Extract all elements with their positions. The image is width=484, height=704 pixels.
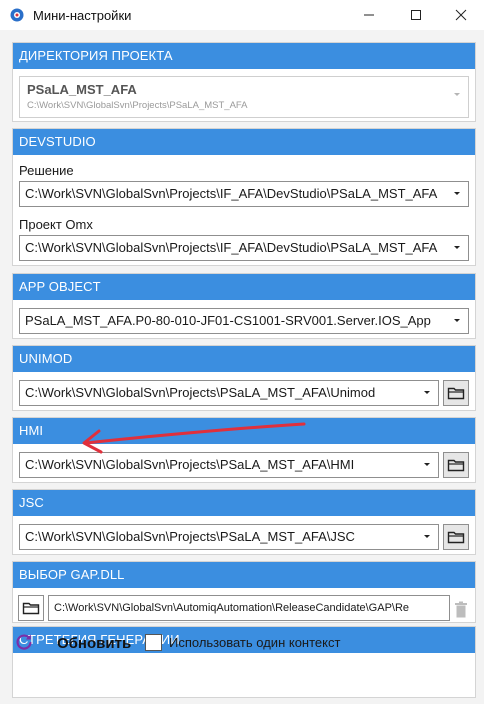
hmi-browse-button[interactable] <box>443 452 469 478</box>
jsc-value: C:\Work\SVN\GlobalSvn\Projects\PSaLA_MST… <box>25 529 355 544</box>
app-object-value: PSaLA_MST_AFA.P0-80-010-JF01-CS1001-SRV0… <box>25 313 431 328</box>
section-hmi: HMI C:\Work\SVN\GlobalSvn\Projects\PSaLA… <box>12 417 476 483</box>
unimod-value: C:\Work\SVN\GlobalSvn\Projects\PSaLA_MST… <box>25 385 376 400</box>
section-project-dir: ДИРЕКТОРИЯ ПРОЕКТА PSaLA_MST_AFA C:\Work… <box>12 42 476 122</box>
omx-project-label: Проект Omx <box>19 217 93 232</box>
trash-icon <box>455 601 467 618</box>
section-header: JSC <box>13 490 475 516</box>
gap-browse-button[interactable] <box>18 595 44 621</box>
folder-icon <box>447 459 465 472</box>
section-gap-dll: ВЫБОР GAP.DLL C:\Work\SVN\GlobalSvn\Auto… <box>12 561 476 623</box>
unimod-browse-button[interactable] <box>443 380 469 406</box>
single-context-checkbox[interactable] <box>145 634 162 651</box>
gap-dll-path-field[interactable]: C:\Work\SVN\GlobalSvn\AutomiqAutomation\… <box>48 595 450 621</box>
folder-icon <box>447 531 465 544</box>
chevron-down-icon <box>446 236 468 260</box>
section-devstudio: DEVSTUDIO Решение C:\Work\SVN\GlobalSvn\… <box>12 128 476 266</box>
app-gear-icon <box>10 8 24 22</box>
close-button[interactable] <box>438 0 484 30</box>
single-context-label: Использовать один контекст <box>169 635 341 650</box>
solution-combo[interactable]: C:\Work\SVN\GlobalSvn\Projects\IF_AFA\De… <box>19 181 469 207</box>
maximize-icon <box>411 10 421 20</box>
jsc-combo[interactable]: C:\Work\SVN\GlobalSvn\Projects\PSaLA_MST… <box>19 524 439 550</box>
solution-value: C:\Work\SVN\GlobalSvn\Projects\IF_AFA\De… <box>25 186 438 201</box>
app-object-combo[interactable]: PSaLA_MST_AFA.P0-80-010-JF01-CS1001-SRV0… <box>19 308 469 334</box>
unimod-combo[interactable]: C:\Work\SVN\GlobalSvn\Projects\PSaLA_MST… <box>19 380 439 406</box>
chevron-down-icon <box>416 381 438 405</box>
gap-delete-button[interactable] <box>451 599 471 621</box>
project-path: C:\Work\SVN\GlobalSvn\Projects\PSaLA_MST… <box>27 100 248 111</box>
project-dir-combo[interactable]: PSaLA_MST_AFA C:\Work\SVN\GlobalSvn\Proj… <box>19 76 469 118</box>
title-bar[interactable]: Мини-настройки <box>0 0 484 30</box>
hmi-value: C:\Work\SVN\GlobalSvn\Projects\PSaLA_MST… <box>25 457 355 472</box>
section-header: APP OBJECT <box>13 274 475 300</box>
section-header: DEVSTUDIO <box>13 129 475 155</box>
folder-icon <box>22 602 40 615</box>
chevron-down-icon <box>446 182 468 206</box>
refresh-icon <box>16 634 32 650</box>
chevron-down-icon <box>416 453 438 477</box>
section-jsc: JSC C:\Work\SVN\GlobalSvn\Projects\PSaLA… <box>12 489 476 555</box>
chevron-down-icon <box>416 525 438 549</box>
minimize-button[interactable] <box>346 0 392 30</box>
close-icon <box>455 9 467 21</box>
maximize-button[interactable] <box>393 0 439 30</box>
section-unimod: UNIMOD C:\Work\SVN\GlobalSvn\Projects\PS… <box>12 345 476 411</box>
minimize-icon <box>364 14 374 16</box>
hmi-combo[interactable]: C:\Work\SVN\GlobalSvn\Projects\PSaLA_MST… <box>19 452 439 478</box>
section-header: ДИРЕКТОРИЯ ПРОЕКТА <box>13 43 475 69</box>
section-header: HMI <box>13 418 475 444</box>
section-header: UNIMOD <box>13 346 475 372</box>
omx-project-combo[interactable]: C:\Work\SVN\GlobalSvn\Projects\IF_AFA\De… <box>19 235 469 261</box>
window-title: Мини-настройки <box>33 8 132 23</box>
folder-icon <box>447 387 465 400</box>
jsc-browse-button[interactable] <box>443 524 469 550</box>
chevron-down-icon <box>454 93 460 96</box>
omx-project-value: C:\Work\SVN\GlobalSvn\Projects\IF_AFA\De… <box>25 240 438 255</box>
refresh-button[interactable] <box>14 632 34 652</box>
section-app-object: APP OBJECT PSaLA_MST_AFA.P0-80-010-JF01-… <box>12 273 476 339</box>
section-header: ВЫБОР GAP.DLL <box>13 562 475 588</box>
chevron-down-icon <box>446 309 468 333</box>
refresh-label[interactable]: Обновить <box>57 635 131 652</box>
project-name: PSaLA_MST_AFA <box>27 82 137 97</box>
solution-label: Решение <box>19 163 74 178</box>
